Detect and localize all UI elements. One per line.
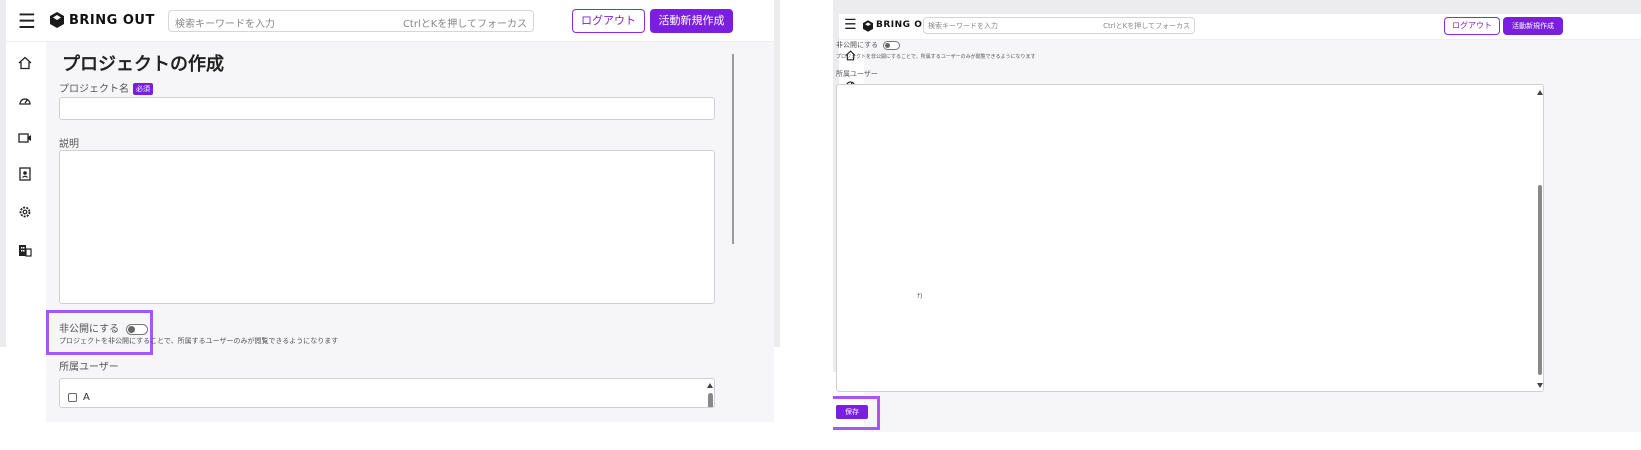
logout-button[interactable]: ログアウト (1444, 17, 1500, 35)
private-toggle-row: 非公開にする (836, 40, 901, 50)
top-bar: ☰ BRING OUT 検索キーワードを入力 CtrlとKを押してフォーカス ロ… (839, 14, 1641, 40)
search-shortcut-hint: CtrlとKを押してフォーカス (1103, 22, 1190, 30)
private-toggle[interactable] (126, 323, 149, 335)
members-label: 所属ユーザー (836, 70, 878, 78)
private-label: 非公開にする (59, 324, 120, 335)
list-scroll-thumb[interactable] (1538, 185, 1542, 375)
project-name-label-text: プロジェクト名 (59, 84, 129, 95)
screenshot-right: ☰ BRING OUT 検索キーワードを入力 CtrlとKを押してフォーカス ロ… (833, 0, 1641, 450)
contact-icon[interactable] (18, 167, 32, 181)
top-bar: ☰ BRING OUT 検索キーワードを入力 CtrlとKを押してフォーカス ロ… (6, 0, 774, 42)
members-label: 所属ユーザー (59, 362, 119, 373)
list-item[interactable]: A (68, 392, 90, 403)
required-badge: 必須 (133, 83, 153, 95)
private-toggle[interactable] (883, 40, 901, 50)
search-shortcut-hint: CtrlとKを押してフォーカス (402, 19, 527, 30)
private-note: プロジェクトを非公開にすることで、所属するユーザーのみが閲覧できるようになります (836, 54, 1036, 60)
logo-icon (50, 12, 64, 28)
search-placeholder: 検索キーワードを入力 (928, 22, 998, 30)
logo-icon (863, 20, 873, 32)
window-edge-right (774, 0, 780, 347)
search-placeholder: 検索キーワードを入力 (175, 19, 275, 30)
video-icon[interactable] (18, 131, 32, 145)
scroll-down-arrow[interactable] (1537, 383, 1543, 388)
scroll-up-arrow[interactable] (707, 383, 713, 388)
new-activity-button[interactable]: 活動新規作成 (1503, 17, 1563, 35)
description-textarea[interactable] (59, 150, 715, 304)
dashboard-icon[interactable] (18, 94, 32, 108)
members-list[interactable]: ﾅ) (836, 84, 1544, 392)
private-label: 非公開にする (836, 41, 879, 49)
private-toggle-knob (128, 325, 136, 333)
private-toggle-row: 非公開にする (59, 320, 149, 335)
window-edge-top (833, 0, 1641, 14)
gear-icon[interactable] (18, 205, 32, 219)
new-activity-button[interactable]: 活動新規作成 (650, 9, 733, 33)
member-checkbox[interactable] (68, 392, 77, 402)
search-input[interactable]: 検索キーワードを入力 CtrlとKを押してフォーカス (923, 17, 1195, 34)
list-scroll-thumb[interactable] (708, 393, 713, 407)
private-toggle-knob (885, 42, 891, 48)
blank-area (0, 347, 46, 430)
menu-icon[interactable]: ☰ (18, 11, 36, 31)
window-scrollbar[interactable] (732, 54, 734, 244)
project-name-input[interactable] (59, 97, 715, 120)
building-icon[interactable] (18, 243, 32, 257)
save-button[interactable]: 保存 (836, 405, 868, 419)
search-input[interactable]: 検索キーワードを入力 CtrlとKを押してフォーカス (168, 10, 534, 32)
member-name: A (83, 392, 90, 403)
screenshot-left: ☰ BRING OUT 検索キーワードを入力 CtrlとKを押してフォーカス ロ… (0, 0, 780, 430)
scroll-up-arrow[interactable] (1537, 90, 1543, 95)
brand-name: BRING OUT (69, 13, 155, 28)
stray-text: ﾅ) (917, 293, 923, 300)
logout-button[interactable]: ログアウト (572, 9, 645, 33)
project-name-label: プロジェクト名 必須 (59, 80, 153, 95)
members-list[interactable]: A (59, 378, 715, 408)
sidebar (6, 42, 46, 347)
page-title: プロジェクトの作成 (62, 54, 224, 75)
private-note: プロジェクトを非公開にすることで、所属するユーザーのみが閲覧できるようになります (59, 337, 339, 345)
description-label: 説明 (59, 139, 79, 150)
home-icon[interactable] (18, 56, 32, 70)
menu-icon[interactable]: ☰ (844, 18, 857, 32)
